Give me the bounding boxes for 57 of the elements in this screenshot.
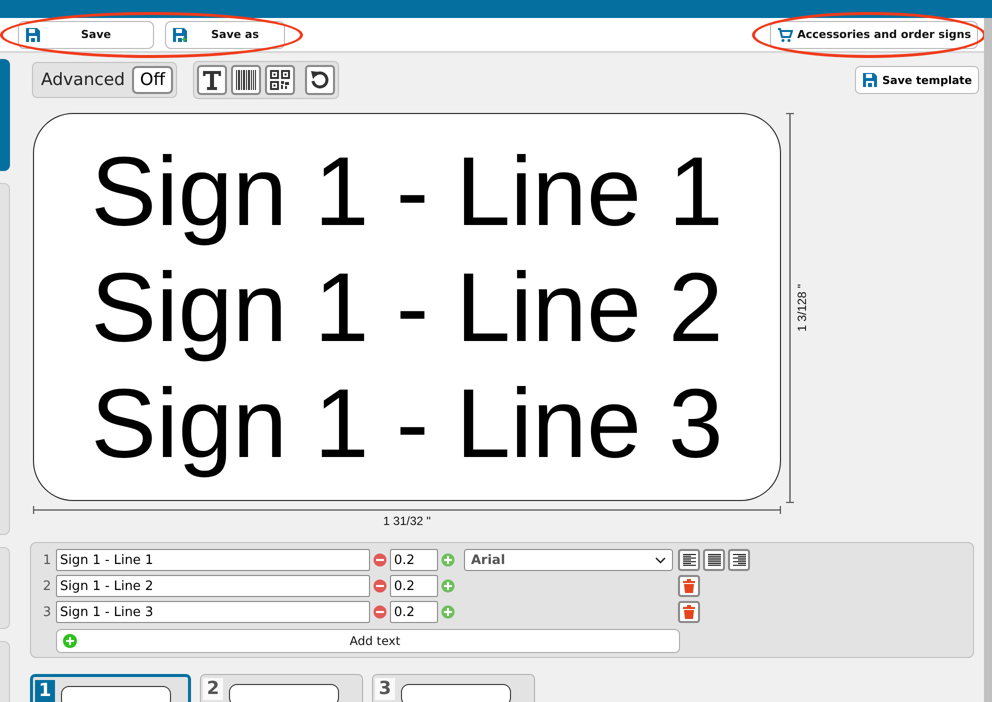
sign-tab[interactable]: 1 (30, 674, 191, 702)
font-select[interactable]: Arial (464, 549, 673, 571)
tool-button[interactable] (305, 65, 336, 95)
trash-icon (683, 605, 695, 619)
tool-button[interactable] (265, 65, 296, 95)
trash-icon (683, 579, 695, 593)
text-tool-icon (201, 69, 224, 91)
sign-text: Sign 1 - Line 1 (91, 135, 723, 248)
line-number: 1 (42, 552, 52, 568)
rotate-icon (309, 69, 332, 91)
text-input[interactable]: Sign 1 - Line 1 (56, 549, 370, 571)
align-left-icon (682, 553, 696, 567)
text-input[interactable]: Sign 1 - Line 2 (56, 575, 370, 597)
tab-name-field[interactable] (229, 684, 339, 702)
side-panel (0, 641, 10, 702)
minus-icon[interactable] (373, 605, 387, 619)
minus-icon[interactable] (373, 553, 387, 567)
tab-name-field[interactable] (61, 686, 171, 702)
text-input[interactable]: Sign 1 - Line 3 (56, 601, 370, 623)
sign-text: Sign 1 - Line 3 (91, 367, 723, 480)
delete-button[interactable] (678, 575, 700, 597)
size-input[interactable]: 0.2 (390, 575, 438, 597)
tab-number: 2 (203, 678, 223, 700)
height-dimension: 1 3/128 " (795, 284, 809, 332)
cart-icon (777, 26, 794, 42)
tab-number: 3 (375, 678, 395, 700)
size-input[interactable]: 0.2 (390, 549, 438, 571)
align-button[interactable] (678, 549, 700, 571)
size-input[interactable]: 0.2 (390, 601, 438, 623)
sign-tab[interactable]: 3 (372, 674, 535, 702)
minus-icon[interactable] (373, 579, 387, 593)
scrollbar[interactable] (984, 18, 992, 702)
barcode-icon (235, 69, 258, 91)
plus-icon (63, 634, 77, 648)
tab-name-field[interactable] (401, 684, 511, 702)
delete-button[interactable] (678, 601, 700, 623)
accessories-button[interactable]: Accessories and order signs (770, 20, 978, 48)
align-justify-icon (707, 553, 721, 567)
tab-number: 1 (35, 680, 55, 702)
save-template-button[interactable]: Save template (855, 66, 979, 94)
add-text-button[interactable]: Add text (56, 629, 680, 653)
align-right-icon (732, 553, 746, 567)
tool-button[interactable] (197, 65, 228, 95)
sign-tab[interactable]: 2 (200, 674, 363, 702)
qr-code-icon (270, 70, 290, 90)
line-number: 2 (42, 578, 52, 594)
line-number: 3 (42, 604, 52, 620)
save-as-button[interactable]: Save as (165, 20, 285, 48)
chevron-down-icon (655, 556, 666, 564)
advanced-toggle[interactable]: Off (132, 66, 174, 94)
width-dimension: 1 31/32 " (382, 514, 432, 528)
save-button[interactable]: Save (18, 20, 154, 48)
sign-text: Sign 1 - Line 2 (91, 251, 723, 364)
advanced-label: Advanced (40, 70, 126, 90)
tool-button[interactable] (231, 65, 262, 95)
align-button[interactable] (703, 549, 725, 571)
align-button[interactable] (728, 549, 750, 571)
